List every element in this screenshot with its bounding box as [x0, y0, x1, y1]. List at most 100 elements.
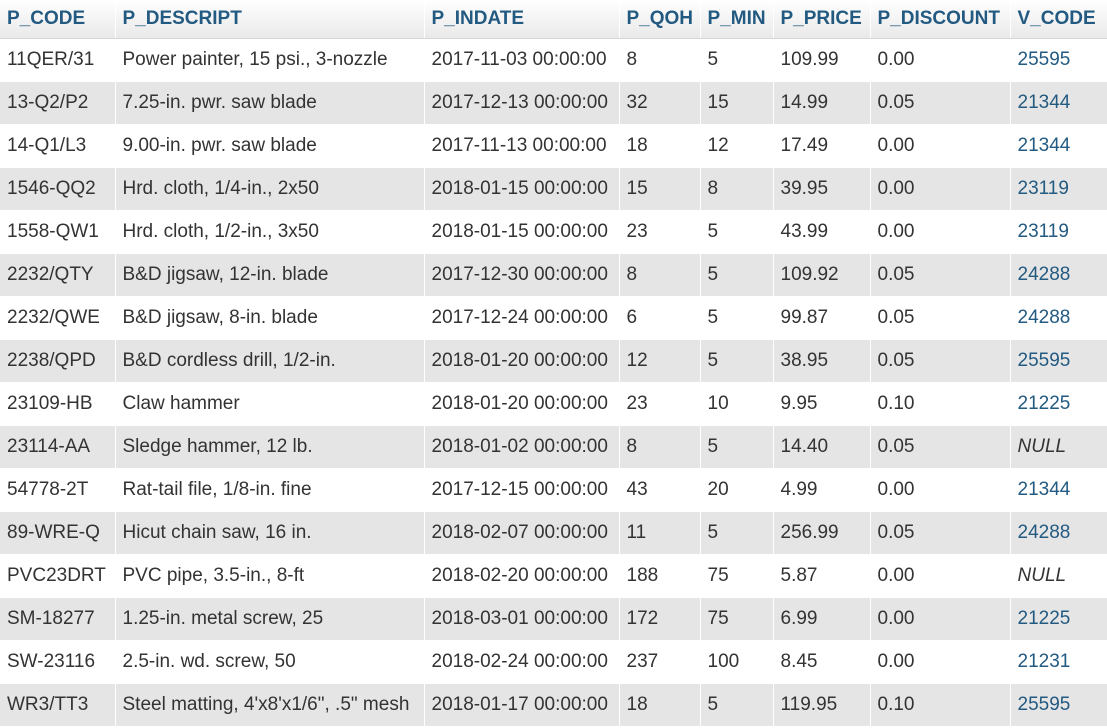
p-descript-cell: Hicut chain saw, 16 in. — [115, 511, 425, 555]
table-row: 89-WRE-Q Hicut chain saw, 16 in. 2018-02-0… — [0, 511, 1107, 555]
table-row: 11QER/31 Power painter, 15 psi., 3-nozzle… — [0, 38, 1107, 82]
table-row: 2232/QTY B&D jigsaw, 12-in. blade 2017-12-… — [0, 253, 1107, 297]
p-price-cell: 256.99 — [773, 511, 871, 555]
p-price-cell: 4.99 — [773, 468, 871, 512]
column-header-p-discount[interactable]: P_DISCOUNT — [870, 0, 1011, 39]
p-qoh-cell: 6 — [619, 296, 701, 340]
p-min-cell: 12 — [700, 124, 774, 168]
p-price-cell: 119.95 — [773, 683, 871, 727]
p-discount-cell: 0.00 — [870, 640, 1011, 684]
v-code-cell[interactable]: 24288 — [1010, 511, 1107, 555]
p-qoh-cell: 188 — [619, 554, 701, 598]
p-price-cell: 8.45 — [773, 640, 871, 684]
p-discount-cell: 0.10 — [870, 382, 1011, 426]
p-code-cell: 89-WRE-Q — [0, 511, 116, 555]
v-code-cell[interactable]: 23119 — [1010, 167, 1107, 211]
p-code-cell: 1558-QW1 — [0, 210, 116, 254]
p-min-cell: 100 — [700, 640, 774, 684]
p-min-cell: 5 — [700, 296, 774, 340]
v-code-cell[interactable]: 21231 — [1010, 640, 1107, 684]
p-discount-cell: 0.00 — [870, 124, 1011, 168]
column-header-v-code[interactable]: V_CODE — [1010, 0, 1107, 39]
table-row: 1558-QW1 Hrd. cloth, 1/2-in., 3x50 2018-01… — [0, 210, 1107, 254]
header-row: P_CODE P_DESCRIPT P_INDATE P_QOH P_MIN P… — [0, 0, 1107, 39]
p-descript-cell: 7.25-in. pwr. saw blade — [115, 81, 425, 125]
p-code-cell: 13-Q2/P2 — [0, 81, 116, 125]
p-indate-cell: 2018-01-20 00:00:00 — [424, 382, 620, 426]
p-price-cell: 14.99 — [773, 81, 871, 125]
column-header-p-code[interactable]: P_CODE — [0, 0, 116, 39]
v-code-cell[interactable]: 21344 — [1010, 81, 1107, 125]
column-header-p-qoh[interactable]: P_QOH — [619, 0, 701, 39]
column-header-p-indate[interactable]: P_INDATE — [424, 0, 620, 39]
p-qoh-cell: 237 — [619, 640, 701, 684]
table-row: SW-23116 2.5-in. wd. screw, 50 2018-02-24 … — [0, 640, 1107, 684]
p-qoh-cell: 23 — [619, 210, 701, 254]
p-min-cell: 5 — [700, 38, 774, 82]
table-row: 2232/QWE B&D jigsaw, 8-in. blade 2017-12-2… — [0, 296, 1107, 340]
table-row: 13-Q2/P2 7.25-in. pwr. saw blade 2017-12-1… — [0, 81, 1107, 125]
p-descript-cell: 2.5-in. wd. screw, 50 — [115, 640, 425, 684]
v-code-cell[interactable]: 25595 — [1010, 683, 1107, 727]
p-descript-cell: Claw hammer — [115, 382, 425, 426]
p-indate-cell: 2018-01-15 00:00:00 — [424, 210, 620, 254]
p-descript-cell: B&D jigsaw, 8-in. blade — [115, 296, 425, 340]
table-row: 23114-AA Sledge hammer, 12 lb. 2018-01-02 … — [0, 425, 1107, 469]
column-header-p-min[interactable]: P_MIN — [700, 0, 774, 39]
p-descript-cell: B&D cordless drill, 1/2-in. — [115, 339, 425, 383]
column-header-p-price[interactable]: P_PRICE — [773, 0, 871, 39]
p-min-cell: 5 — [700, 683, 774, 727]
p-price-cell: 14.40 — [773, 425, 871, 469]
p-price-cell: 109.92 — [773, 253, 871, 297]
table-row: 23109-HB Claw hammer 2018-01-20 00:00:00 23… — [0, 382, 1107, 426]
p-indate-cell: 2018-01-02 00:00:00 — [424, 425, 620, 469]
p-code-cell: 2232/QWE — [0, 296, 116, 340]
p-discount-cell: 0.05 — [870, 253, 1011, 297]
v-code-cell[interactable]: 25595 — [1010, 38, 1107, 82]
p-qoh-cell: 32 — [619, 81, 701, 125]
p-discount-cell: 0.00 — [870, 167, 1011, 211]
p-descript-cell: 9.00-in. pwr. saw blade — [115, 124, 425, 168]
v-code-cell[interactable]: 21225 — [1010, 382, 1107, 426]
v-code-cell[interactable]: 25595 — [1010, 339, 1107, 383]
p-price-cell: 6.99 — [773, 597, 871, 641]
p-code-cell: WR3/TT3 — [0, 683, 116, 727]
table-row: 54778-2T Rat-tail file, 1/8-in. fine 2017-… — [0, 468, 1107, 512]
v-code-cell[interactable]: 23119 — [1010, 210, 1107, 254]
p-indate-cell: 2018-01-20 00:00:00 — [424, 339, 620, 383]
v-code-cell[interactable]: 24288 — [1010, 253, 1107, 297]
p-min-cell: 20 — [700, 468, 774, 512]
table-body: 11QER/31 Power painter, 15 psi., 3-nozzle… — [0, 38, 1107, 727]
p-qoh-cell: 172 — [619, 597, 701, 641]
p-discount-cell: 0.05 — [870, 296, 1011, 340]
v-code-cell: NULL — [1010, 554, 1107, 598]
column-header-p-descript[interactable]: P_DESCRIPT — [115, 0, 425, 39]
p-code-cell: PVC23DRT — [0, 554, 116, 598]
p-discount-cell: 0.00 — [870, 554, 1011, 598]
p-price-cell: 17.49 — [773, 124, 871, 168]
p-discount-cell: 0.05 — [870, 425, 1011, 469]
p-price-cell: 9.95 — [773, 382, 871, 426]
p-indate-cell: 2018-02-07 00:00:00 — [424, 511, 620, 555]
p-descript-cell: Steel matting, 4'x8'x1/6", .5" mesh — [115, 683, 425, 727]
p-code-cell: 2232/QTY — [0, 253, 116, 297]
p-discount-cell: 0.05 — [870, 511, 1011, 555]
v-code-cell[interactable]: 24288 — [1010, 296, 1107, 340]
v-code-cell[interactable]: 21225 — [1010, 597, 1107, 641]
p-descript-cell: PVC pipe, 3.5-in., 8-ft — [115, 554, 425, 598]
table-row: 14-Q1/L3 9.00-in. pwr. saw blade 2017-11-1… — [0, 124, 1107, 168]
p-min-cell: 75 — [700, 554, 774, 598]
v-code-cell[interactable]: 21344 — [1010, 124, 1107, 168]
p-descript-cell: Hrd. cloth, 1/4-in., 2x50 — [115, 167, 425, 211]
table-row: 2238/QPD B&D cordless drill, 1/2-in. 2018-… — [0, 339, 1107, 383]
table-row: WR3/TT3 Steel matting, 4'x8'x1/6", .5" me… — [0, 683, 1107, 727]
p-qoh-cell: 8 — [619, 38, 701, 82]
p-discount-cell: 0.00 — [870, 38, 1011, 82]
p-qoh-cell: 11 — [619, 511, 701, 555]
p-qoh-cell: 18 — [619, 124, 701, 168]
p-price-cell: 99.87 — [773, 296, 871, 340]
v-code-cell[interactable]: 21344 — [1010, 468, 1107, 512]
table-row: PVC23DRT PVC pipe, 3.5-in., 8-ft 2018-02-2… — [0, 554, 1107, 598]
p-indate-cell: 2017-12-15 00:00:00 — [424, 468, 620, 512]
p-discount-cell: 0.00 — [870, 468, 1011, 512]
